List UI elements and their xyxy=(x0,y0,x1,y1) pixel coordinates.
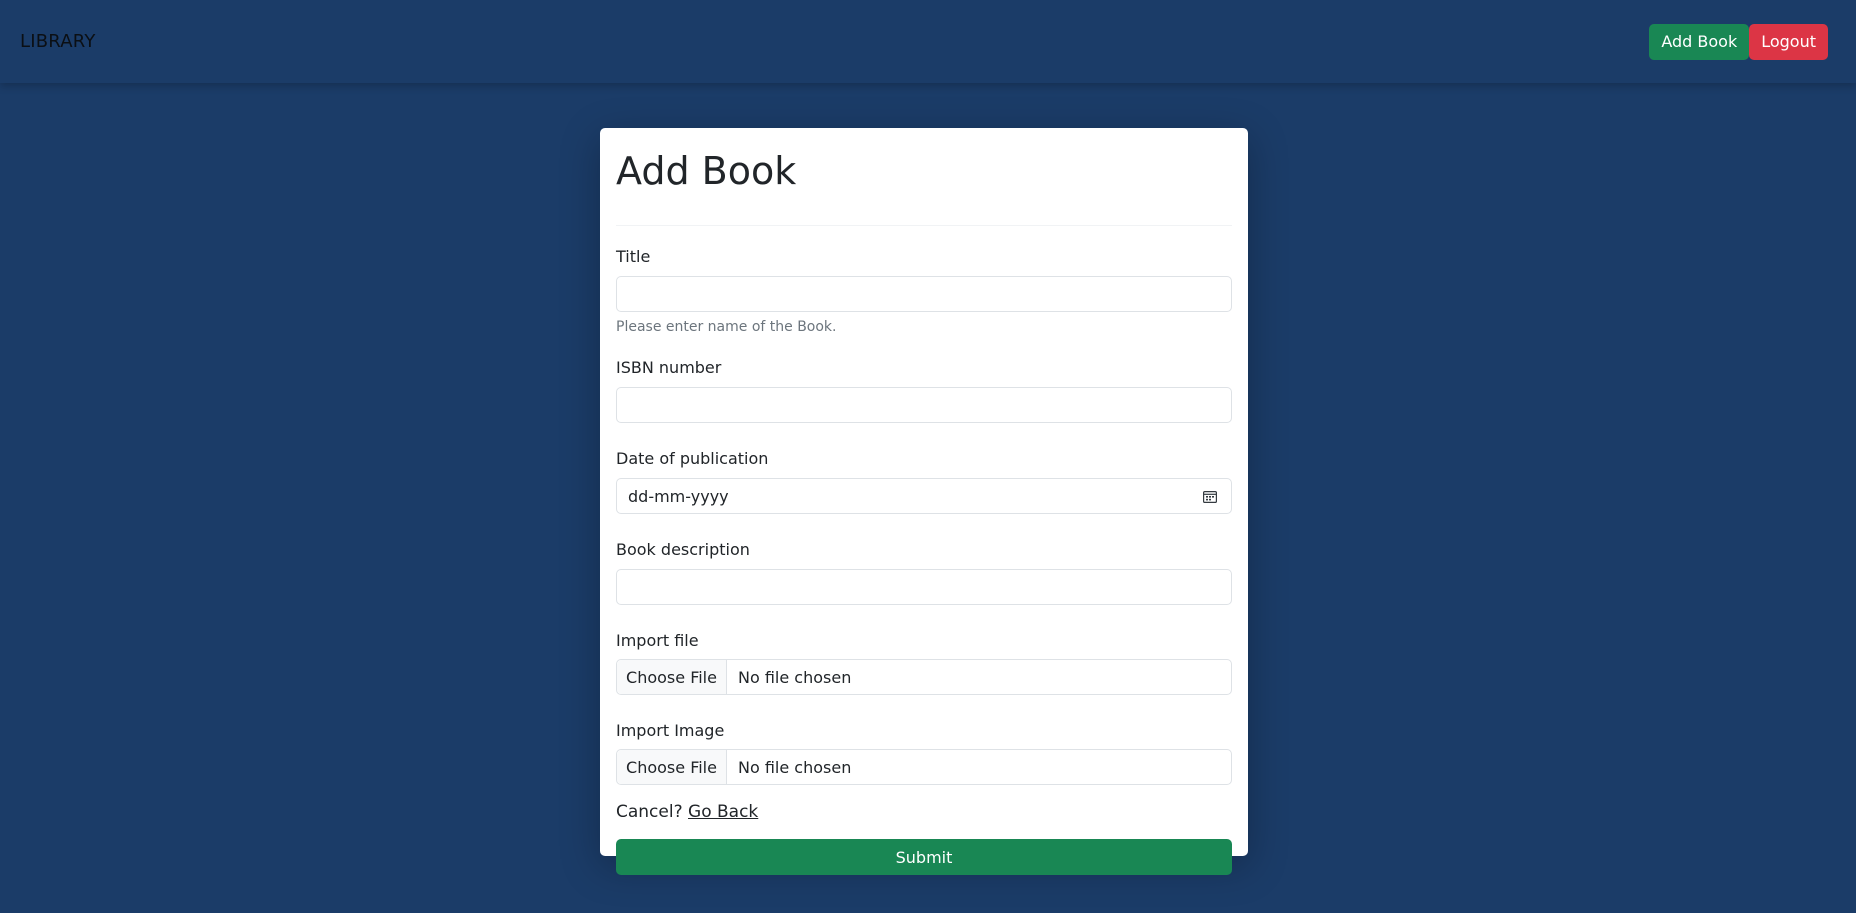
cancel-row: Cancel? Go Back xyxy=(616,801,1232,823)
import-image-input[interactable]: Choose File No file chosen xyxy=(616,749,1232,785)
cancel-text: Cancel? xyxy=(616,802,683,822)
page-title: Add Book xyxy=(616,149,797,193)
title-help-text: Please enter name of the Book. xyxy=(616,319,837,335)
import-image-choose-button[interactable]: Choose File xyxy=(617,750,727,784)
import-file-status: No file chosen xyxy=(738,667,852,687)
description-input[interactable] xyxy=(617,570,1231,604)
date-label: Date of publication xyxy=(616,449,769,468)
import-image-status: No file chosen xyxy=(738,757,852,777)
logout-button[interactable]: Logout xyxy=(1749,23,1828,60)
isbn-label: ISBN number xyxy=(616,358,722,377)
import-file-choose-button[interactable]: Choose File xyxy=(617,660,727,694)
add-book-card: Add Book Title Please enter name of the … xyxy=(600,128,1248,875)
import-image-label: Import Image xyxy=(616,721,725,740)
navbar-actions: Add Book Logout xyxy=(1649,23,1828,60)
title-divider xyxy=(616,225,1232,226)
isbn-field[interactable] xyxy=(616,387,1232,423)
date-of-publication-input[interactable]: dd-mm-yyyy xyxy=(616,478,1232,514)
isbn-input[interactable] xyxy=(617,388,1231,422)
import-file-input[interactable]: Choose File No file chosen xyxy=(616,659,1232,695)
go-back-link[interactable]: Go Back xyxy=(688,802,758,822)
brand-logo-text[interactable]: LIBRARY xyxy=(20,31,96,52)
title-label: Title xyxy=(616,247,651,266)
date-placeholder: dd-mm-yyyy xyxy=(628,486,729,506)
add-book-nav-button[interactable]: Add Book xyxy=(1649,23,1750,60)
top-navbar: LIBRARY Add Book Logout xyxy=(0,0,1856,83)
title-input[interactable] xyxy=(617,277,1231,311)
submit-button[interactable]: Submit xyxy=(616,839,1232,875)
description-label: Book description xyxy=(616,540,750,559)
import-file-label: Import file xyxy=(616,631,699,650)
description-field[interactable] xyxy=(616,569,1232,605)
title-field[interactable] xyxy=(616,276,1232,312)
calendar-icon[interactable] xyxy=(1203,490,1217,503)
